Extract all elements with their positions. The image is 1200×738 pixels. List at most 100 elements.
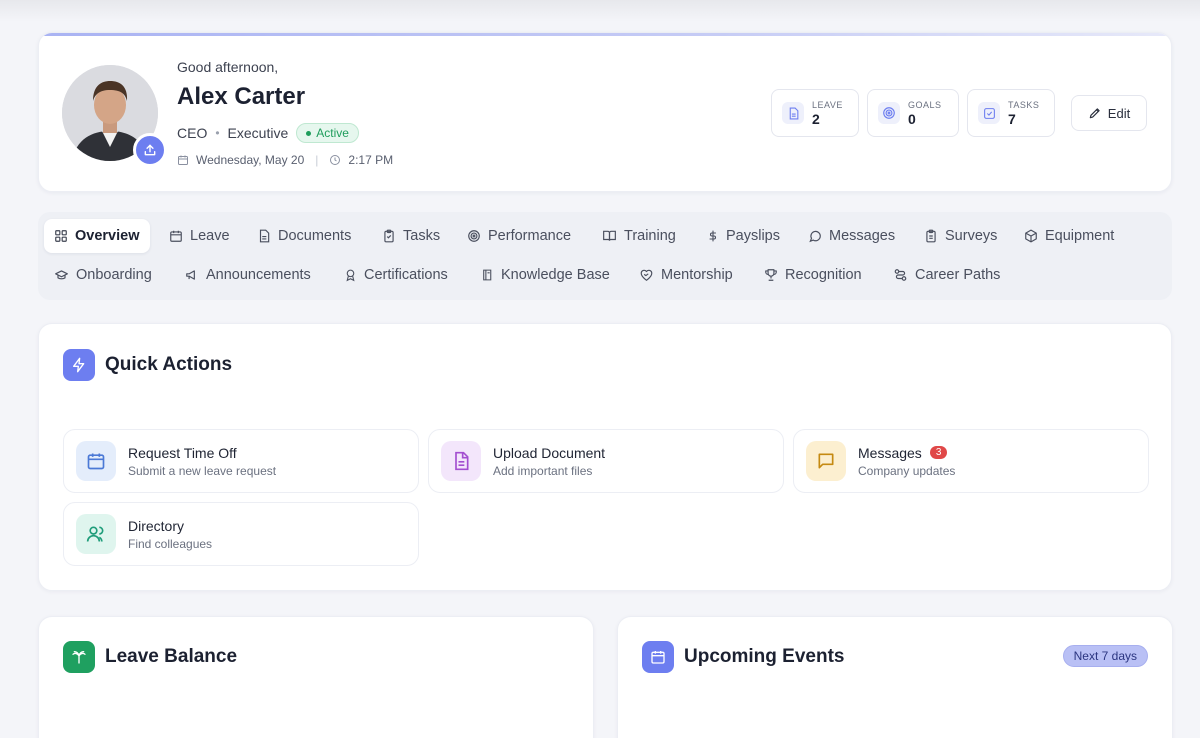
stat-tasks[interactable]: TASKS 7 xyxy=(967,89,1055,137)
file-text-icon xyxy=(441,441,481,481)
target-icon xyxy=(883,107,895,119)
date-line: Wednesday, May 20 | 2:17 PM xyxy=(177,153,393,167)
grid-icon xyxy=(55,230,67,242)
tab-payslips[interactable]: Payslips xyxy=(697,219,790,253)
action-subtitle: Submit a new leave request xyxy=(128,463,277,478)
tab-label: Equipment xyxy=(1045,228,1115,244)
tab-performance[interactable]: Performance xyxy=(457,219,581,253)
action-title-text: Messages xyxy=(858,444,922,461)
stats-group: LEAVE 2 GOALS 0 TASKS 7 xyxy=(771,89,1055,137)
range-filter-pill[interactable]: Next 7 days xyxy=(1062,645,1148,667)
graduation-cap-icon xyxy=(55,270,68,280)
role-line: CEO • Executive Active xyxy=(177,123,359,143)
stat-goals[interactable]: GOALS 0 xyxy=(867,89,959,137)
heart-handshake-icon xyxy=(640,269,653,281)
action-messages[interactable]: Messages 3 Company updates xyxy=(793,429,1149,493)
user-name: Alex Carter xyxy=(177,83,306,110)
box-icon xyxy=(1025,229,1037,243)
tab-label: Mentorship xyxy=(661,267,733,283)
tab-label: Documents xyxy=(278,228,352,244)
leave-balance-card: Leave Balance xyxy=(38,616,594,738)
clock-icon xyxy=(330,155,341,165)
tab-label: Messages xyxy=(829,228,896,244)
profile-card: Good afternoon, Alex Carter CEO • Execut… xyxy=(38,32,1172,192)
profile-accent-bar xyxy=(39,33,1171,36)
stat-value: 2 xyxy=(812,110,820,127)
stat-leave[interactable]: LEAVE 2 xyxy=(771,89,859,137)
action-title: Directory xyxy=(128,517,185,534)
current-date: Wednesday, May 20 xyxy=(196,153,305,167)
upload-photo-button[interactable] xyxy=(133,133,167,167)
tab-training[interactable]: Training xyxy=(592,219,686,253)
tab-onboarding[interactable]: Onboarding xyxy=(44,258,162,292)
action-subtitle: Find colleagues xyxy=(128,536,213,551)
tab-tasks[interactable]: Tasks xyxy=(372,219,450,253)
card-title-text: Upcoming Events xyxy=(684,646,845,667)
tab-label: Overview xyxy=(75,228,140,244)
action-subtitle: Add important files xyxy=(493,463,593,478)
tab-recognition[interactable]: Recognition xyxy=(754,258,872,292)
card-title-text: Quick Actions xyxy=(105,354,233,375)
tab-label: Tasks xyxy=(403,228,441,244)
action-text: Directory Find colleagues xyxy=(128,518,212,551)
unread-count-badge: 3 xyxy=(929,446,948,459)
chat-icon xyxy=(806,441,846,481)
quick-actions-card: Quick Actions Request Time Off Submit a … xyxy=(38,323,1172,591)
tab-equipment[interactable]: Equipment xyxy=(1014,219,1124,253)
stat-label: LEAVE xyxy=(812,99,843,110)
tab-leave[interactable]: Leave xyxy=(159,219,240,253)
upcoming-events-title: Upcoming Events xyxy=(642,641,844,673)
edit-profile-button[interactable]: Edit xyxy=(1071,95,1147,131)
pencil-icon xyxy=(1089,108,1100,119)
divider: | xyxy=(315,153,319,167)
palm-tree-icon xyxy=(63,641,95,673)
clipboard-check-icon xyxy=(384,229,394,243)
calendar-icon xyxy=(642,641,674,673)
target-icon xyxy=(468,230,480,242)
edit-label: Edit xyxy=(1107,105,1131,121)
upload-icon xyxy=(144,144,156,156)
action-text: Messages 3 Company updates xyxy=(858,445,955,478)
top-shade xyxy=(0,0,1200,22)
tab-surveys[interactable]: Surveys xyxy=(914,219,1007,253)
route-icon xyxy=(894,269,907,281)
tab-label: Leave xyxy=(190,228,230,244)
stat-label: TASKS xyxy=(1008,99,1040,110)
tab-overview[interactable]: Overview xyxy=(44,219,150,253)
stat-value: 7 xyxy=(1008,110,1016,127)
tab-messages[interactable]: Messages xyxy=(798,219,905,253)
tab-label: Surveys xyxy=(945,228,998,244)
action-upload-document[interactable]: Upload Document Add important files xyxy=(428,429,784,493)
stat-text: TASKS 7 xyxy=(1008,100,1039,127)
action-title: Upload Document xyxy=(493,444,606,461)
tab-label: Career Paths xyxy=(915,267,1001,283)
action-directory[interactable]: Directory Find colleagues xyxy=(63,502,419,566)
separator-dot: • xyxy=(215,126,220,140)
tab-knowledge-base[interactable]: Knowledge Base xyxy=(471,258,620,292)
users-icon xyxy=(76,514,116,554)
tab-announcements[interactable]: Announcements xyxy=(175,258,321,292)
card-title-text: Leave Balance xyxy=(105,646,238,667)
lightning-icon xyxy=(63,349,95,381)
megaphone-icon xyxy=(186,270,195,280)
book-icon xyxy=(483,269,492,281)
user-department: Executive xyxy=(227,125,289,141)
action-text: Upload Document Add important files xyxy=(493,445,605,478)
tab-certifications[interactable]: Certifications xyxy=(334,258,458,292)
action-title: Messages 3 xyxy=(858,445,955,461)
action-request-time-off[interactable]: Request Time Off Submit a new leave requ… xyxy=(63,429,419,493)
tab-label: Onboarding xyxy=(76,267,152,283)
checkbox-icon xyxy=(983,107,995,119)
document-icon xyxy=(259,229,270,243)
action-subtitle: Company updates xyxy=(858,463,956,478)
tab-career-paths[interactable]: Career Paths xyxy=(883,258,1010,292)
tab-documents[interactable]: Documents xyxy=(247,219,361,253)
tab-label: Performance xyxy=(488,228,572,244)
calendar-icon xyxy=(170,230,182,242)
stat-text: LEAVE 2 xyxy=(812,100,843,127)
tab-mentorship[interactable]: Mentorship xyxy=(629,258,743,292)
document-icon xyxy=(789,107,798,119)
tab-label: Training xyxy=(624,228,676,244)
action-title: Request Time Off xyxy=(128,444,237,461)
book-icon xyxy=(603,230,616,241)
